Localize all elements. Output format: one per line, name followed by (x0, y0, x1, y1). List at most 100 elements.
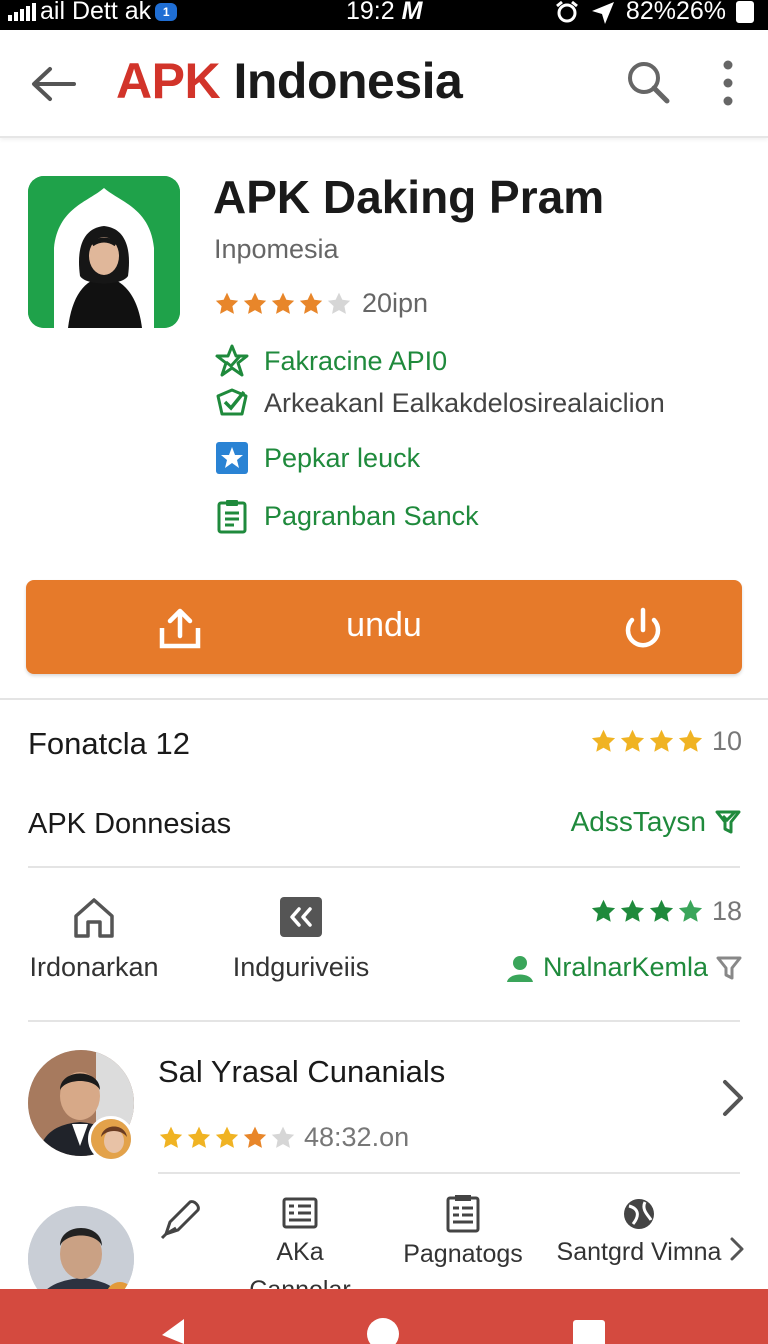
app-icon-image (28, 176, 180, 328)
tab-label: Pagnatogs (403, 1240, 523, 1268)
rating-stars (214, 291, 352, 317)
list-card-icon (282, 1197, 318, 1229)
star-icon (215, 1126, 239, 1148)
notification-badge: M (401, 0, 423, 25)
home-icon (74, 898, 114, 938)
nav-item-label: Irdonarkan (29, 952, 159, 982)
tab-santgrd-vimna[interactable]: Santgrd Vimna (554, 1196, 724, 1267)
star-icon (299, 292, 323, 314)
tab-pen[interactable] (152, 1198, 208, 1248)
star-half-icon (678, 899, 703, 922)
star-icon (591, 729, 616, 752)
filter-icon (716, 956, 742, 979)
nav-item-label: Indguriveiis (232, 952, 370, 982)
feature-item: Arkeakanl Ealkakdelosirealaiclion (214, 386, 665, 420)
battery-percent: 82%26% (625, 0, 726, 25)
rating-stars (158, 1125, 296, 1151)
star-icon (678, 729, 703, 752)
nav-rating: 18 (590, 896, 742, 927)
info-label: Fonatcla 12 (28, 726, 190, 761)
star-icon (649, 729, 674, 752)
app-bar: APK Indonesia (0, 30, 768, 138)
alarm-icon (555, 0, 578, 22)
tab-label: AKa (276, 1238, 324, 1266)
feature-label: Pagranban Sanck (264, 500, 479, 531)
app-developer[interactable]: Inpomesia (214, 234, 339, 265)
chevron-right-icon[interactable] (728, 1236, 746, 1262)
tab-aka[interactable]: AKa (262, 1196, 338, 1267)
info-label: APK Donnesias (28, 808, 232, 840)
signal-icon (8, 2, 36, 21)
star-empty-icon (327, 292, 351, 314)
power-icon (625, 607, 661, 648)
feature-label: Pepkar leuck (264, 442, 421, 473)
star-icon (243, 1126, 267, 1148)
star-icon (215, 292, 239, 314)
status-time: 19:2 (346, 0, 395, 25)
star-empty-icon (271, 1126, 295, 1148)
nav-user-link[interactable]: NralnarKemla (505, 952, 742, 983)
avatar-small (88, 1116, 134, 1162)
review-rating: 48:32.on (158, 1122, 409, 1153)
star-icon (620, 899, 645, 922)
battery-icon (736, 0, 754, 23)
nav-user-label: NralnarKemla (542, 952, 708, 982)
carrier-text: ail Dett ak (40, 0, 152, 25)
rating-stars (590, 728, 704, 755)
star-icon (187, 1126, 211, 1148)
review-meta: 48:32.on (304, 1122, 410, 1152)
nav-item-home[interactable]: Irdonarkan (28, 896, 160, 983)
chevron-right-icon[interactable] (720, 1078, 746, 1118)
nav-item-rewind[interactable]: Indguriveiis (226, 896, 376, 983)
globe-icon (624, 1199, 654, 1229)
tab-label: Santgrd Vimna (556, 1238, 722, 1266)
square-recents-icon[interactable] (572, 1319, 606, 1344)
more-vert-icon[interactable] (712, 58, 744, 108)
rewind-icon (280, 897, 322, 937)
star-icon (649, 899, 674, 922)
feature-label: Arkeakanl Ealkakdelosirealaiclion (264, 387, 665, 418)
filter-check-icon (715, 810, 741, 834)
tab-pagnatogs[interactable]: Pagnatogs (398, 1194, 528, 1269)
rating-text: 20ipn (362, 288, 429, 318)
rating-count: 18 (711, 896, 742, 926)
status-bar: ail Dett ak 1 19:2 M 82%26% (0, 0, 768, 30)
feature-item: Pepkar leuck (214, 440, 420, 476)
page-title: APK Indonesia (116, 52, 463, 110)
info-link[interactable]: AdssTaysn (571, 806, 742, 838)
location-icon (591, 1, 614, 24)
circle-home-icon[interactable] (366, 1317, 400, 1344)
clipboard-icon (217, 500, 247, 534)
section-divider (28, 1020, 740, 1022)
search-icon[interactable] (624, 58, 672, 106)
reviewer-name: Sal Yrasal Cunanials (158, 1054, 446, 1089)
star-icon (271, 292, 295, 314)
sim-badge-icon: 1 (155, 2, 178, 21)
arrow-left-icon[interactable] (28, 58, 80, 110)
title-accent: APK (116, 53, 221, 109)
section-divider (0, 698, 768, 700)
user-icon (506, 955, 533, 982)
rating-count: 10 (711, 726, 742, 756)
app-rating: 20ipn (214, 288, 428, 319)
download-button[interactable]: undu (26, 580, 742, 674)
check-shield-icon (216, 388, 248, 416)
app-name: APK Daking Pram (213, 171, 605, 223)
title-rest: Indonesia (233, 53, 463, 109)
star-icon (591, 899, 616, 922)
pen-icon (160, 1200, 200, 1240)
document-list-icon (446, 1195, 480, 1233)
triangle-back-icon[interactable] (160, 1319, 186, 1344)
feature-item: Fakracine API0 (214, 344, 447, 378)
verified-star-icon (215, 344, 249, 377)
star-icon (243, 292, 267, 314)
feature-item: Pagranban Sanck (214, 498, 479, 534)
rating-stars (590, 898, 704, 925)
system-nav-bar (0, 1289, 768, 1344)
feature-label: Fakracine API0 (264, 345, 448, 376)
star-icon (620, 729, 645, 752)
section-divider (158, 1172, 740, 1174)
star-icon (159, 1126, 183, 1148)
info-link-text: AdssTaysn (570, 806, 706, 837)
info-rating: 10 (590, 726, 742, 757)
